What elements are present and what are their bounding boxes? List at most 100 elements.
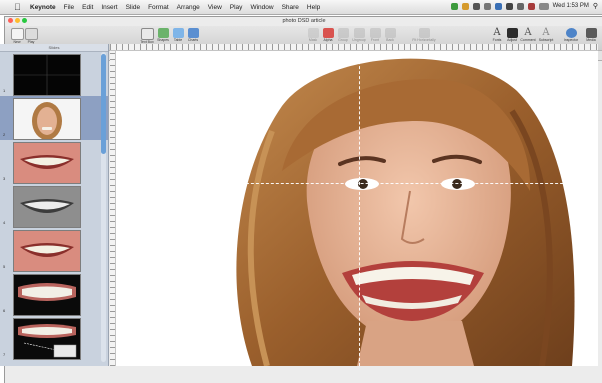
slide-number: 3 [3,176,6,181]
slide-number: 4 [3,220,6,225]
mask-label: Mask [308,38,318,42]
subscript-label: Subscript [538,38,554,42]
app-status-icon[interactable] [450,2,458,10]
inspector-button[interactable]: Inspector [563,28,579,43]
back-button[interactable]: Back [382,28,398,43]
slide-thumbnail[interactable]: 1 [0,52,108,96]
textbox-button[interactable]: Text Box [139,28,155,45]
fonts-button[interactable]: A Fonts [489,28,505,43]
slide-canvas[interactable] [116,51,598,366]
front-button[interactable]: Front [367,28,383,43]
menu-app[interactable]: Keynote [30,4,56,11]
alpha-button[interactable]: Alpha [320,28,336,43]
inspector-icon [565,28,577,38]
slide-thumbnail[interactable]: 4 [0,184,108,228]
menu-file[interactable]: File [64,4,74,11]
title-bar: photo DSD article [5,17,602,26]
comment-label: Comment [520,38,536,42]
alpha-label: Alpha [323,38,333,42]
slide-4-preview [13,186,81,228]
table-button[interactable]: Table [170,28,186,43]
display-icon[interactable] [483,2,491,10]
menu-share[interactable]: Share [282,4,299,11]
menu-play[interactable]: Play [230,4,243,11]
slide-3-preview [13,142,81,184]
slide-number: 1 [3,88,6,93]
wifi-icon[interactable] [505,2,513,10]
zoom-icon[interactable] [22,18,27,23]
media-button[interactable]: Media [583,28,599,43]
slide-thumbnail[interactable]: 3 [0,140,108,184]
battery-icon[interactable] [538,2,549,10]
play-button[interactable]: Play [23,28,39,45]
menu-format[interactable]: Format [148,4,169,11]
slide-1-preview [13,54,81,96]
new-slide-icon [10,28,24,40]
apple-menu-icon[interactable]:  [14,2,24,12]
shapes-button[interactable]: Shapes [155,28,171,43]
group-icon [337,28,349,38]
slide-4-smile-gray [20,199,74,213]
sync-icon[interactable] [461,2,469,10]
mask-button[interactable]: Mask [305,28,321,43]
slide-7-teeth-annotated [18,324,77,358]
slide-number: 7 [3,352,6,357]
window-title: photo DSD article [282,18,326,24]
media-label: Media [586,38,596,42]
adjust-button[interactable]: Adjust [504,28,520,43]
horizontal-ruler[interactable] [110,44,598,51]
status-area: Wed 1:53 PM ⚲ [450,2,598,10]
slide-thumbnail[interactable]: 7 [0,316,108,360]
group-label: Group [338,38,348,42]
subscript-icon: A [542,27,550,38]
ungroup-button[interactable]: Ungroup [351,28,367,43]
menu-edit[interactable]: Edit [82,4,93,11]
slide-thumbnail-selected[interactable]: 2 [0,96,108,140]
slide-navigator[interactable]: Slides 1 2 3 4 5 6 7 [0,44,109,366]
slide-thumbnail[interactable]: 5 [0,228,108,272]
scrollbar-knob[interactable] [101,54,106,154]
inspector-label: Inspector [563,38,579,42]
shapes-label: Shapes [157,38,169,42]
bluetooth-icon[interactable] [494,2,502,10]
group-button[interactable]: Group [335,28,351,43]
menu-view[interactable]: View [208,4,222,11]
subscript-button[interactable]: A Subscript [538,28,554,43]
adjust-label: Adjust [507,38,517,42]
volume-icon[interactable] [516,2,524,10]
slide-2-face [32,102,62,139]
slide-number: 5 [3,264,6,269]
menu-slide[interactable]: Slide [126,4,140,11]
media-icon [585,28,597,38]
vertical-midline-guide [359,51,360,366]
slide-6-teeth [18,283,76,301]
window-controls [8,18,27,23]
clock[interactable]: Wed 1:53 PM [553,3,589,9]
close-icon[interactable] [8,18,13,23]
comment-icon: A [524,27,532,38]
comment-button[interactable]: A Comment [520,28,536,43]
slide-number: 6 [3,308,6,313]
slide-1-grid [14,55,80,95]
menu-window[interactable]: Window [250,4,273,11]
menu-help[interactable]: Help [307,4,320,11]
fit-horizontally-button[interactable]: Fit Horizontally [409,28,439,43]
chart-icon [187,28,199,38]
mask-icon [307,28,319,38]
flag-icon[interactable] [527,2,535,10]
navigator-scrollbar[interactable] [101,52,106,362]
alpha-icon [322,28,334,38]
back-label: Back [386,38,394,42]
timer-icon[interactable] [472,2,480,10]
fonts-icon: A [493,27,501,38]
slide-thumbnail[interactable]: 6 [0,272,108,316]
charts-label: Charts [187,38,199,42]
charts-button[interactable]: Charts [185,28,201,43]
minimize-icon[interactable] [15,18,20,23]
menu-bar:  Keynote File Edit Insert Slide Format … [0,0,602,15]
portrait-photo[interactable] [212,51,592,366]
menu-insert[interactable]: Insert [101,4,117,11]
spotlight-icon[interactable]: ⚲ [593,2,598,10]
fit-horizontally-icon [418,28,430,38]
menu-arrange[interactable]: Arrange [177,4,200,11]
